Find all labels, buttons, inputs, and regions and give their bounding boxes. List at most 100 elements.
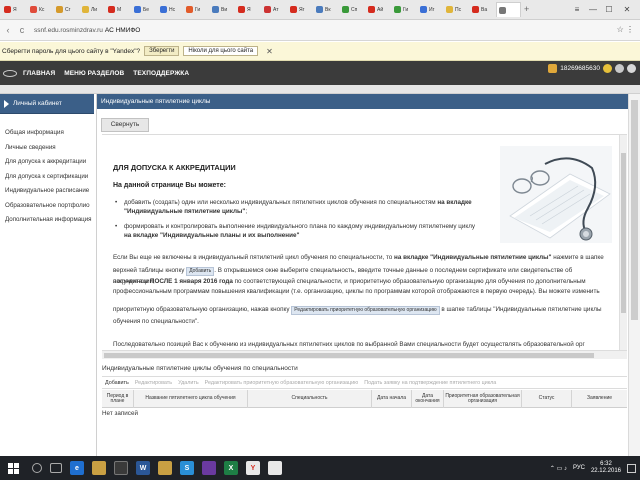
table-empty-message: Нет записей <box>102 410 138 417</box>
para5-text-a: приоритетную образовательную организацию… <box>113 306 290 313</box>
tab-favicon-icon <box>368 6 375 13</box>
store-icon[interactable] <box>114 461 128 475</box>
page-scroll-thumb[interactable] <box>631 100 638 320</box>
tab-label: Ги <box>403 6 409 13</box>
col-period[interactable]: Период в плане <box>102 390 134 408</box>
horizontal-scroll-thumb[interactable] <box>104 353 594 358</box>
skype-icon[interactable]: S <box>180 461 194 475</box>
table-add-button[interactable]: Добавить <box>105 380 129 386</box>
save-password-button[interactable]: Зберегти <box>144 46 180 56</box>
browser-tab[interactable]: Кс <box>28 2 53 17</box>
browser-tab[interactable]: Ги <box>392 2 417 17</box>
logout-icon[interactable] <box>627 64 636 73</box>
sidebar-header[interactable]: Личный кабинет <box>0 94 94 114</box>
bullet-plan: формировать и контролировать выполнение … <box>115 222 484 240</box>
excel-icon[interactable]: X <box>224 461 238 475</box>
content-horizontal-scrollbar[interactable] <box>102 350 627 359</box>
table-delete-button[interactable]: Удалить <box>178 380 199 386</box>
para2-text-a: верхней таблицы кнопку <box>113 267 185 274</box>
browser-tab[interactable]: Ги <box>184 2 209 17</box>
settings-icon[interactable] <box>615 64 624 73</box>
new-tab-button[interactable]: + <box>524 5 533 14</box>
user-id[interactable]: 18269685630 <box>560 65 600 72</box>
nav-home[interactable]: ГЛАВНАЯ <box>23 70 55 77</box>
minimize-icon[interactable]: — <box>586 0 600 20</box>
col-application[interactable]: Заявление <box>572 390 627 408</box>
tab-favicon-icon <box>394 6 401 13</box>
sidebar-item-portfolio[interactable]: Образовательное портфолио <box>5 199 94 214</box>
col-status[interactable]: Статус <box>522 390 572 408</box>
col-start-date[interactable]: Дата начала <box>372 390 412 408</box>
reload-icon[interactable]: c <box>16 25 28 35</box>
page-subheading: На данной странице Вы можете: <box>113 182 226 189</box>
menu-icon[interactable]: ≡ <box>570 0 584 20</box>
word-icon[interactable]: W <box>136 461 150 475</box>
windows-start-button[interactable] <box>0 456 26 480</box>
tray-icons[interactable]: ⌃ ▭ ♪ <box>550 465 567 472</box>
page-scrollbar[interactable] <box>628 94 640 456</box>
maximize-icon[interactable]: ☐ <box>602 0 616 20</box>
photos-icon[interactable] <box>268 461 282 475</box>
notifications-icon[interactable] <box>627 463 636 473</box>
browser-tab[interactable]: Я <box>236 2 261 17</box>
table-edit-button[interactable]: Редактировать <box>135 380 172 386</box>
browser-tab[interactable]: Сг <box>54 2 79 17</box>
yandex-browser-icon[interactable]: Y <box>246 461 260 475</box>
browser-tab[interactable]: Вк <box>314 2 339 17</box>
bullet-add-text: добавить (создать) один или несколько ин… <box>124 199 436 206</box>
browser-tab[interactable]: Пс <box>444 2 469 17</box>
browser-tab[interactable]: Нс <box>158 2 183 17</box>
browser-tab[interactable]: Я <box>2 2 27 17</box>
close-icon[interactable]: ✕ <box>266 47 273 56</box>
sidebar-item-certification[interactable]: Для допуска к сертификации <box>5 170 94 185</box>
language-indicator[interactable]: РУС <box>573 465 585 471</box>
sidebar-item-additional[interactable]: Дополнительная информация <box>5 213 94 228</box>
browser-tab[interactable]: Бе <box>132 2 157 17</box>
panel-title: Индивидуальные пятилетние циклы <box>97 94 628 109</box>
sidebar-item-schedule[interactable]: Индивидуальное расписание <box>5 184 94 199</box>
table-submit-button[interactable]: Подать заявку на подтверждение пятилетне… <box>364 380 496 386</box>
browser-tab[interactable]: Сп <box>340 2 365 17</box>
tab-label: Пс <box>455 6 462 13</box>
close-window-icon[interactable]: ✕ <box>620 0 634 20</box>
browser-tab[interactable]: Ви <box>210 2 235 17</box>
col-priority-org[interactable]: Приоритетная образовательная организация <box>444 390 522 408</box>
content-scroll-thumb[interactable] <box>621 153 626 313</box>
sidebar-item-general[interactable]: Общая информация <box>5 126 94 141</box>
browser-tab[interactable]: Ат <box>262 2 287 17</box>
content-scrollbar[interactable] <box>619 135 627 350</box>
media-player-icon[interactable] <box>202 461 216 475</box>
browser-tab[interactable]: Ай <box>366 2 391 17</box>
col-end-date[interactable]: Дата окончания <box>412 390 444 408</box>
site-logo[interactable] <box>3 69 17 77</box>
para3-date: ПОСЛЕ 1 января 2016 года <box>149 278 233 285</box>
sidebar-item-personal[interactable]: Личные сведения <box>5 141 94 156</box>
task-view-icon[interactable] <box>50 463 62 473</box>
browser-tab[interactable]: М <box>106 2 131 17</box>
address-bar: ‹ c ssnf.edu.rosminzdrav.ru АС НМИФО ☆ ⋮ <box>0 20 640 41</box>
url-field[interactable]: ssnf.edu.rosminzdrav.ru АС НМИФО <box>34 27 140 34</box>
col-cycle-name[interactable]: Название пятилетнего цикла обучения <box>134 390 248 408</box>
table-edit-org-button[interactable]: Редактировать приоритетную образовательн… <box>205 380 359 386</box>
browser-tab[interactable] <box>496 2 521 17</box>
paragraph-instructions-5: приоритетную образовательную организацию… <box>113 305 613 316</box>
browser-tab[interactable]: Яг <box>288 2 313 17</box>
nav-support[interactable]: ТЕХПОДДЕРЖКА <box>133 70 189 77</box>
nav-sections-menu[interactable]: МЕНЮ РАЗДЕЛОВ <box>64 70 124 77</box>
folder-icon[interactable] <box>158 461 172 475</box>
clock[interactable]: 6:32 22.12.2016 <box>591 461 621 476</box>
bookmark-icon[interactable]: ☆ ⋮ <box>617 25 634 34</box>
help-icon[interactable] <box>603 64 612 73</box>
tab-label: Я <box>13 6 17 13</box>
file-explorer-icon[interactable] <box>92 461 106 475</box>
never-save-button[interactable]: Ніколи для цього сайта <box>183 46 259 56</box>
search-icon[interactable] <box>32 463 42 473</box>
back-icon[interactable]: ‹ <box>2 25 14 35</box>
col-specialty[interactable]: Специальность <box>248 390 372 408</box>
browser-tab[interactable]: Ли <box>80 2 105 17</box>
edge-icon[interactable]: e <box>70 461 84 475</box>
browser-tab[interactable]: Иг <box>418 2 443 17</box>
sidebar-item-accreditation[interactable]: Для допуска к аккредитации <box>5 155 94 170</box>
collapse-button[interactable]: Свернуть <box>101 118 149 132</box>
browser-tab[interactable]: Ва <box>470 2 495 17</box>
